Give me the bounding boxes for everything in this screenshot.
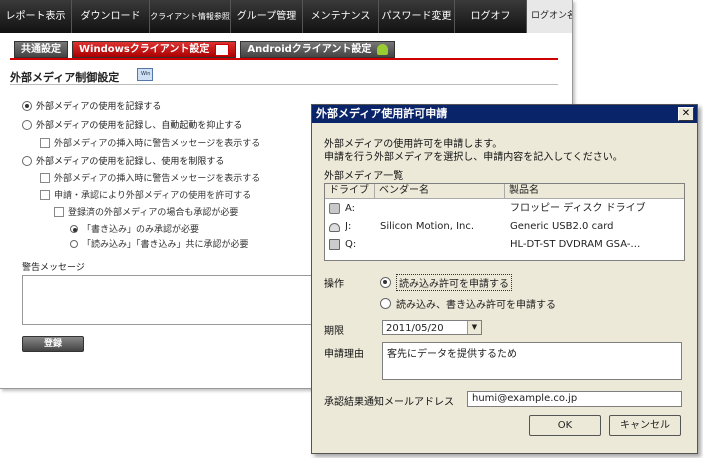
close-icon[interactable]: ✕ (678, 107, 694, 121)
checkbox-registered[interactable] (54, 206, 64, 217)
operation-label: 操作 (324, 279, 344, 290)
list-row[interactable]: J: Silicon Motion, Inc. Generic USB2.0 c… (325, 218, 684, 235)
radio-read-write[interactable] (70, 239, 78, 248)
column-drive[interactable]: ドライブ (325, 184, 375, 198)
disk-drive-icon (329, 223, 340, 232)
dialog-description-line2: 申請を行う外部メディアを選択し、申請内容を記入してください。 (324, 152, 623, 163)
settings-tabs: 共通設定 Windowsクライアント設定 Androidクライアント設定 (14, 41, 396, 58)
nav-report[interactable]: レポート表示 (0, 0, 72, 33)
deadline-value: 2011/05/20 (386, 323, 444, 334)
option-record-block-autorun-label: 外部メディアの使用を記録し、自動起動を抑止する (36, 121, 243, 131)
windows-section-icon: Win (137, 68, 153, 81)
media-list[interactable]: ドライブ ベンダー名 製品名 A: フロッピー ディスク ドライブ J: Sil… (324, 183, 685, 261)
warning-message-label: 警告メッセージ (22, 263, 85, 273)
option-registered-need-approval[interactable]: 登録済の外部メディアの場合も承認が必要 (54, 205, 238, 218)
checkbox-allow-request[interactable] (40, 189, 50, 200)
radio-record-restrict[interactable] (22, 155, 32, 166)
media-permission-dialog: 外部メディア使用許可申請 ✕ 外部メディアの使用許可を申請します。 申請を行う外… (311, 104, 698, 454)
row-drive: Q: (345, 239, 357, 250)
cd-drive-icon (329, 239, 340, 250)
register-button[interactable]: 登録 (22, 336, 84, 352)
op-readwrite-option[interactable]: 読み込み、書き込み許可を申請する (380, 296, 556, 311)
option-registered-label: 登録済の外部メディアの場合も承認が必要 (68, 208, 239, 218)
op-readwrite-label: 読み込み、書き込み許可を申請する (396, 300, 556, 311)
logon-name: ログオン名 (527, 0, 572, 33)
cancel-button[interactable]: キャンセル (609, 415, 681, 436)
checkbox-warn-1[interactable] (40, 137, 50, 148)
list-row[interactable]: Q: HL-DT-ST DVDRAM GSA-… (325, 236, 684, 253)
option-record-block-autorun[interactable]: 外部メディアの使用を記録し、自動起動を抑止する (22, 118, 242, 131)
email-label: 承認結果通知メールアドレス (324, 397, 454, 408)
op-read-label: 読み込み許可を申請する (396, 274, 512, 291)
option-warn-on-insert-1[interactable]: 外部メディアの挿入時に警告メッセージを表示する (40, 136, 260, 149)
option-warn-on-insert-2[interactable]: 外部メディアの挿入時に警告メッセージを表示する (40, 171, 260, 184)
deadline-select[interactable]: 2011/05/20 ▼ (382, 320, 482, 335)
row-drive: A: (345, 203, 356, 214)
media-list-header: ドライブ ベンダー名 製品名 (325, 184, 684, 199)
option-write-only-label: 「書き込み」のみ承認が必要 (82, 225, 200, 235)
nav-maintenance[interactable]: メンテナンス (303, 0, 379, 33)
row-vendor: Silicon Motion, Inc. (380, 221, 475, 232)
tab-windows-client[interactable]: Windowsクライアント設定 (72, 41, 237, 58)
option-read-write-label: 「読み込み」「書き込み」共に承認が必要 (82, 240, 249, 250)
reason-input[interactable]: 客先にデータを提供するため (382, 342, 682, 380)
section-title: 外部メディア制御設定 (10, 71, 120, 84)
option-allow-by-request[interactable]: 申請・承認により外部メディアの使用を許可する (40, 188, 251, 201)
radio-op-readwrite[interactable] (380, 298, 391, 309)
tab-windows-label: Windowsクライアント設定 (79, 44, 210, 55)
deadline-label: 期限 (324, 326, 344, 337)
top-nav-bar: レポート表示 ダウンロード クライアント情報参照 グループ管理 メンテナンス パ… (0, 0, 572, 33)
windows-icon (215, 43, 230, 56)
option-record-restrict[interactable]: 外部メディアの使用を記録し、使用を制限する (22, 154, 224, 167)
section-icon-caption: Win (141, 71, 151, 77)
radio-record-block-autorun[interactable] (22, 119, 32, 130)
column-product[interactable]: 製品名 (505, 184, 684, 198)
tab-common-label: 共通設定 (21, 44, 61, 55)
reason-label: 申請理由 (324, 349, 364, 360)
tab-underline (10, 58, 558, 60)
dialog-title: 外部メディア使用許可申請 (312, 105, 697, 123)
tab-android-client[interactable]: Androidクライアント設定 (240, 41, 396, 58)
option-warn-2-label: 外部メディアの挿入時に警告メッセージを表示する (54, 174, 261, 184)
tab-android-label: Androidクライアント設定 (247, 44, 372, 55)
tab-common-settings[interactable]: 共通設定 (14, 41, 68, 58)
ok-button[interactable]: OK (529, 415, 601, 436)
checkbox-warn-2[interactable] (40, 172, 50, 183)
android-icon (377, 44, 389, 55)
nav-group-admin[interactable]: グループ管理 (231, 0, 303, 33)
section-divider (10, 84, 558, 85)
option-read-write[interactable]: 「読み込み」「書き込み」共に承認が必要 (70, 237, 249, 250)
option-record[interactable]: 外部メディアの使用を記録する (22, 99, 161, 112)
option-write-only[interactable]: 「書き込み」のみ承認が必要 (70, 222, 199, 235)
media-list-label: 外部メディア一覧 (324, 171, 404, 182)
option-record-label: 外部メディアの使用を記録する (36, 102, 162, 112)
list-row[interactable]: A: フロッピー ディスク ドライブ (325, 200, 684, 217)
nav-client-info[interactable]: クライアント情報参照 (150, 0, 231, 33)
row-product: フロッピー ディスク ドライブ (510, 203, 646, 214)
row-product: HL-DT-ST DVDRAM GSA-… (510, 239, 641, 250)
radio-op-read[interactable] (380, 277, 391, 288)
nav-logoff[interactable]: ログオフ (455, 0, 527, 33)
option-allow-request-label: 申請・承認により外部メディアの使用を許可する (54, 191, 252, 201)
usb-drive-icon (329, 203, 340, 214)
row-drive: J: (345, 221, 352, 232)
column-vendor[interactable]: ベンダー名 (375, 184, 505, 198)
nav-password-change[interactable]: パスワード変更 (379, 0, 455, 33)
radio-write-only[interactable] (70, 224, 78, 233)
row-product: Generic USB2.0 card (510, 221, 614, 232)
option-record-restrict-label: 外部メディアの使用を記録し、使用を制限する (36, 157, 225, 167)
radio-record[interactable] (22, 100, 32, 111)
email-input[interactable]: humi@example.co.jp (467, 391, 682, 407)
op-read-option[interactable]: 読み込み許可を申請する (380, 274, 512, 291)
nav-download[interactable]: ダウンロード (72, 0, 150, 33)
option-warn-1-label: 外部メディアの挿入時に警告メッセージを表示する (54, 139, 261, 149)
chevron-down-icon[interactable]: ▼ (467, 321, 481, 334)
